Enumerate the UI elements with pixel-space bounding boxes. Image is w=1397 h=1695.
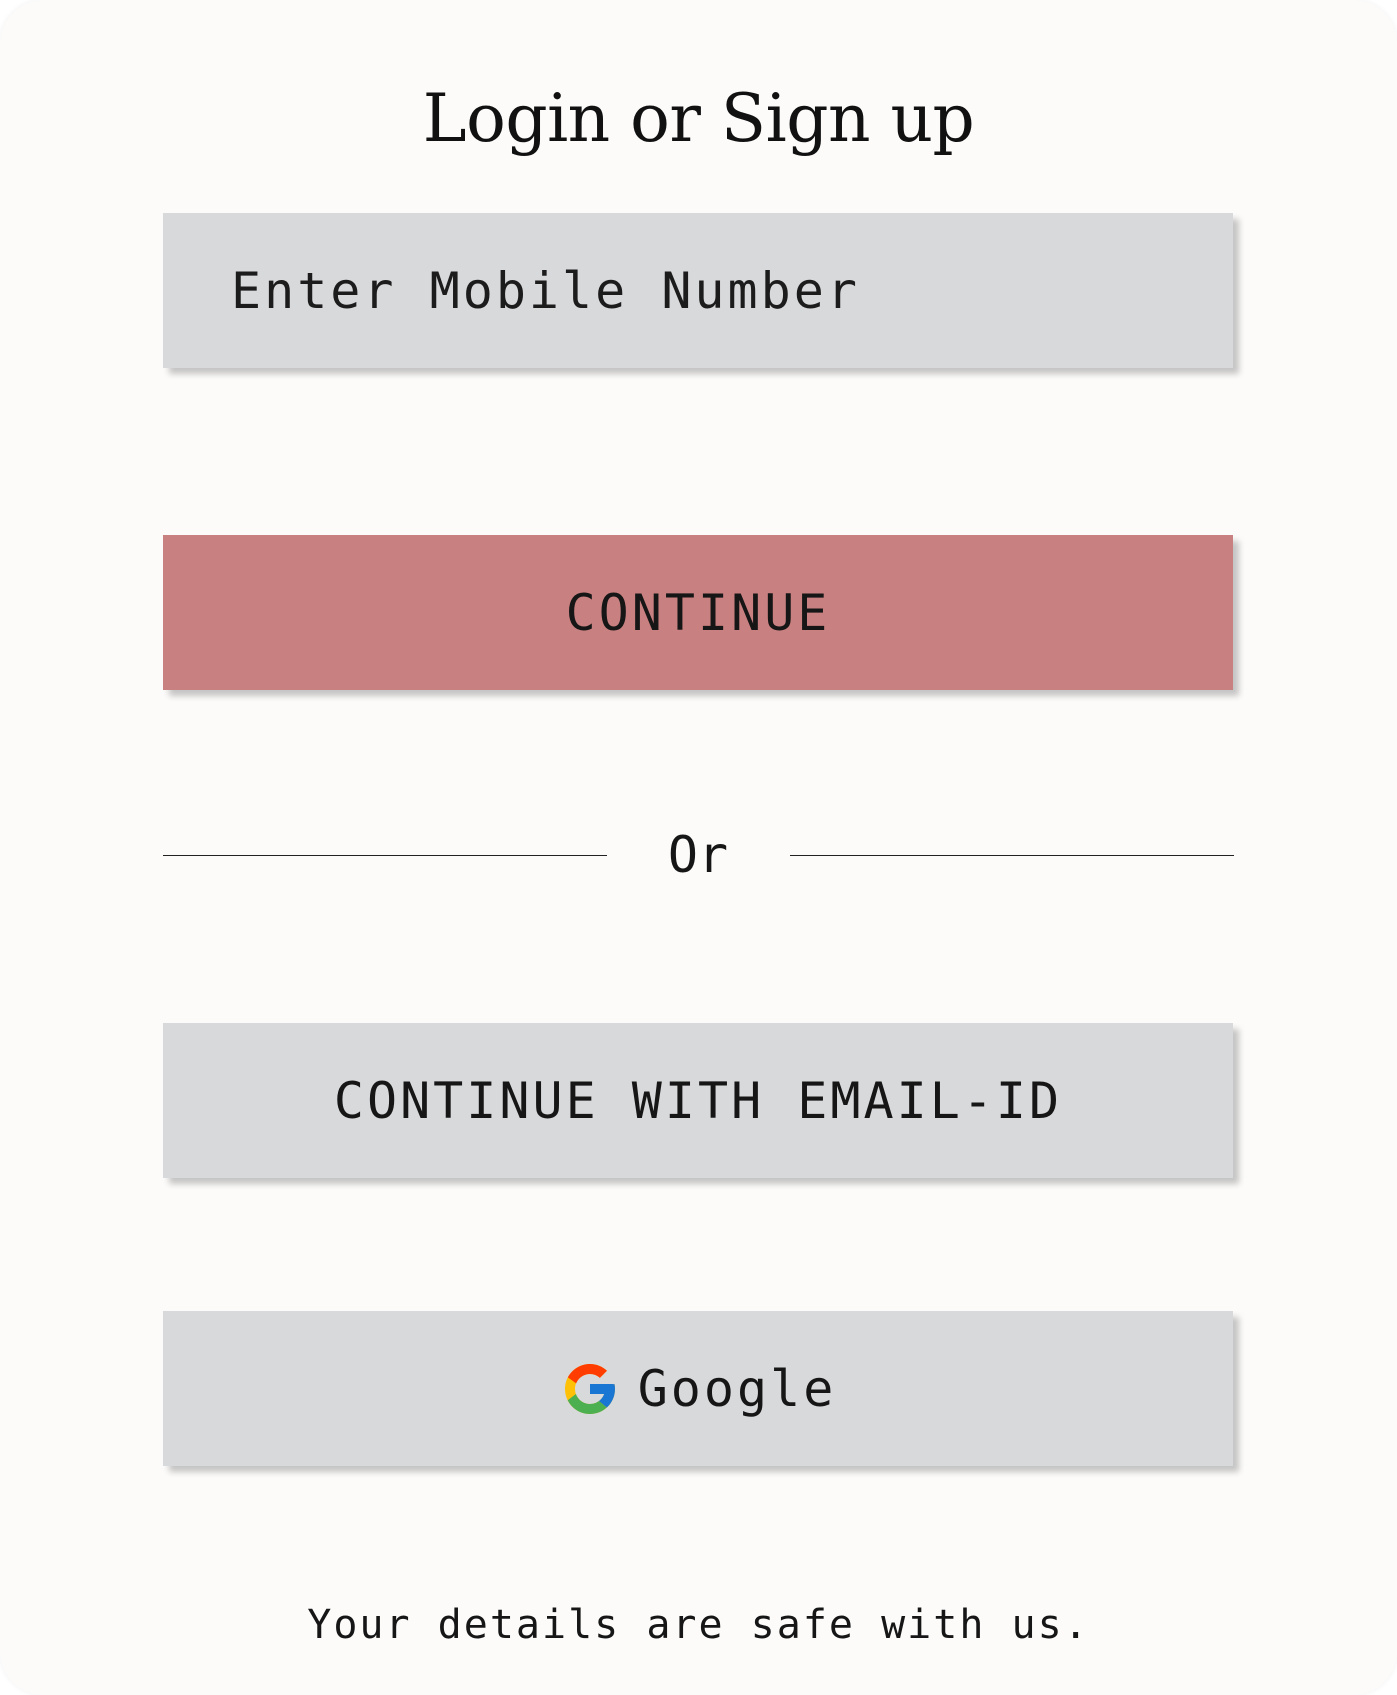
divider-line-right <box>790 855 1234 856</box>
continue-button-label: CONTINUE <box>565 583 831 642</box>
divider-line-left <box>163 855 607 856</box>
continue-button[interactable]: CONTINUE <box>163 535 1233 690</box>
page-title: Login or Sign up <box>422 80 975 157</box>
email-button-label: CONTINUE WITH EMAIL-ID <box>333 1071 1063 1130</box>
divider-or-label: Or <box>667 826 729 884</box>
footer-safety-note: Your details are safe with us. <box>307 1602 1090 1648</box>
google-logo-icon <box>560 1359 620 1419</box>
continue-with-email-button[interactable]: CONTINUE WITH EMAIL-ID <box>163 1023 1233 1178</box>
google-button-label: Google <box>637 1359 837 1418</box>
mobile-number-input[interactable] <box>163 213 1233 368</box>
google-login-button[interactable]: Google <box>163 1311 1233 1466</box>
login-card: Login or Sign up CONTINUE Or CONTINUE WI… <box>0 0 1397 1695</box>
